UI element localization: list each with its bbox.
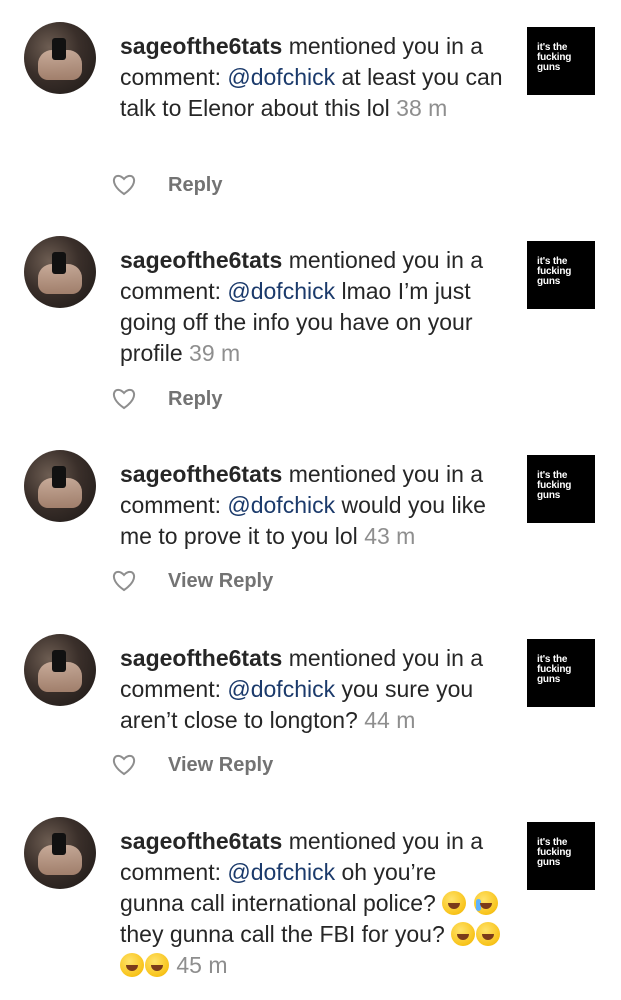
notification-text: sageofthe6tats mentioned you in a commen… [120,31,505,124]
timestamp: 44 m [364,707,416,733]
comment-actions: View Reply [112,568,412,598]
heart-icon[interactable] [112,754,136,776]
username-link[interactable]: sageofthe6tats [120,247,282,273]
post-thumbnail[interactable]: it's the fucking guns [527,822,595,890]
thumb-line: guns [537,490,561,501]
timestamp: 43 m [364,523,416,549]
avatar[interactable] [24,450,96,522]
notification-text: sageofthe6tats mentioned you in a commen… [120,245,505,369]
thumb-line: guns [537,62,561,73]
mention-link[interactable]: @dofchick [227,278,335,304]
avatar[interactable] [24,634,96,706]
username-link[interactable]: sageofthe6tats [120,645,282,671]
notification-text: sageofthe6tats mentioned you in a commen… [120,643,505,736]
post-thumbnail[interactable]: it's the fucking guns [527,241,595,309]
rolling-laughing-emoji [145,953,169,977]
mention-link[interactable]: @dofchick [227,492,335,518]
heart-icon[interactable] [112,174,136,196]
notification-text: sageofthe6tats mentioned you in a commen… [120,826,505,981]
avatar[interactable] [24,22,96,94]
username-link[interactable]: sageofthe6tats [120,33,282,59]
comment-text-continued: they gunna call the FBI for you? [120,921,452,947]
comment-actions: Reply [112,386,412,416]
comment-actions: Reply [112,172,412,202]
activity-feed: sageofthe6tats mentioned you in a commen… [0,0,621,1000]
post-thumbnail[interactable]: it's the fucking guns [527,455,595,523]
post-thumbnail[interactable]: it's the fucking guns [527,27,595,95]
timestamp: 39 m [189,340,241,366]
rolling-laughing-emoji [476,922,501,946]
username-link[interactable]: sageofthe6tats [120,828,282,854]
rolling-laughing-emoji [451,922,476,946]
thumb-line: guns [537,276,561,287]
heart-icon[interactable] [112,388,136,410]
mention-link[interactable]: @dofchick [227,64,335,90]
timestamp: 38 m [396,95,448,121]
mention-link[interactable]: @dofchick [227,859,335,885]
reply-button[interactable]: Reply [168,386,222,412]
rolling-laughing-emoji [120,953,144,977]
view-reply-button[interactable]: View Reply [168,568,273,594]
comment-actions: View Reply [112,752,412,782]
rolling-laughing-emoji [442,891,467,915]
timestamp: 45 m [176,952,228,978]
username-link[interactable]: sageofthe6tats [120,461,282,487]
avatar[interactable] [24,817,96,889]
reply-button[interactable]: Reply [168,172,222,198]
notification-text: sageofthe6tats mentioned you in a commen… [120,459,505,552]
avatar[interactable] [24,236,96,308]
post-thumbnail[interactable]: it's the fucking guns [527,639,595,707]
loudly-crying-emoji [473,891,498,915]
heart-icon[interactable] [112,570,136,592]
view-reply-button[interactable]: View Reply [168,752,273,778]
thumb-line: guns [537,857,561,868]
mention-link[interactable]: @dofchick [227,676,335,702]
thumb-line: guns [537,674,561,685]
